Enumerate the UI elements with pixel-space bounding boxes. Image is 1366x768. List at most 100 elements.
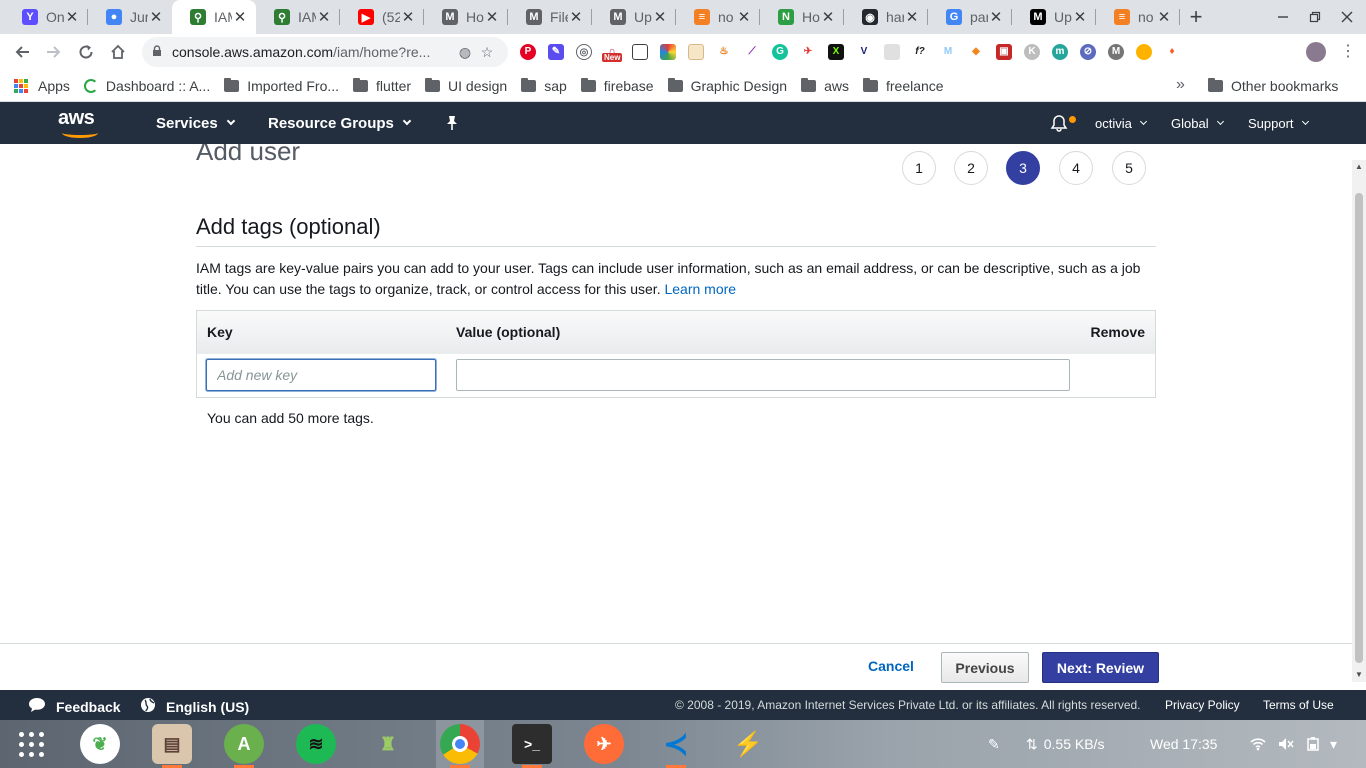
network-tool-icon[interactable]: ⚡ — [728, 724, 768, 764]
m-extension-icon[interactable]: M — [940, 44, 956, 60]
tab-13[interactable]: M Up ✕ — [1012, 0, 1096, 34]
chrome-icon[interactable] — [440, 724, 480, 764]
scroll-down-icon[interactable]: ▼ — [1352, 668, 1366, 682]
metamask-icon[interactable]: ◆ — [968, 44, 984, 60]
wifi-icon[interactable] — [1250, 720, 1266, 768]
excel-x-icon[interactable]: X — [828, 44, 844, 60]
screenshot-icon[interactable] — [632, 44, 648, 60]
close-tab-icon[interactable]: ✕ — [568, 8, 584, 26]
region-menu[interactable]: Global — [1171, 102, 1224, 144]
close-tab-icon[interactable]: ✕ — [400, 8, 416, 26]
next-review-button[interactable]: Next: Review — [1042, 652, 1159, 683]
m-grey-extension-icon[interactable]: M — [1108, 44, 1124, 60]
close-tab-icon[interactable]: ✕ — [1156, 8, 1172, 26]
close-window-icon[interactable] — [1330, 0, 1364, 34]
grammarly-icon[interactable]: G — [772, 44, 788, 60]
profile-avatar[interactable] — [1306, 42, 1326, 62]
close-tab-icon[interactable]: ✕ — [316, 8, 332, 26]
close-tab-icon[interactable]: ✕ — [232, 8, 248, 26]
tab-6[interactable]: M Ho ✕ — [424, 0, 508, 34]
bookmark-folder[interactable]: Graphic Design — [667, 77, 787, 94]
tab-5[interactable]: ▶ (52 ✕ — [340, 0, 424, 34]
close-tab-icon[interactable]: ✕ — [64, 8, 80, 26]
colorzilla-icon[interactable] — [660, 44, 676, 60]
bookmark-folder[interactable]: UI design — [425, 77, 507, 94]
tab-9[interactable]: ≡ no ✕ — [676, 0, 760, 34]
reload-icon[interactable] — [70, 36, 102, 68]
aws-logo[interactable]: aws — [58, 108, 104, 139]
bookmark-folder[interactable]: firebase — [580, 77, 654, 94]
bookmark-folder[interactable]: freelance — [863, 77, 944, 94]
dev-tools-icon[interactable]: ◎ — [576, 44, 592, 60]
system-menu-icon[interactable]: ▾ — [1330, 720, 1337, 768]
close-tab-icon[interactable]: ✕ — [148, 8, 164, 26]
file-manager-icon[interactable]: ▤ — [152, 724, 192, 764]
previous-button[interactable]: Previous — [941, 652, 1029, 683]
pen-icon[interactable]: ✎ — [988, 720, 1000, 768]
feedback-button[interactable]: Feedback — [28, 697, 121, 716]
k-extension-icon[interactable]: K — [1024, 44, 1040, 60]
tab-11[interactable]: ◉ har ✕ — [844, 0, 928, 34]
postman-icon[interactable]: ✈ — [584, 724, 624, 764]
services-menu[interactable]: Services — [156, 102, 235, 144]
tab-7[interactable]: M File✕ — [508, 0, 592, 34]
home-icon[interactable] — [102, 36, 134, 68]
notes-icon[interactable] — [688, 44, 704, 60]
star-icon[interactable]: ☆ — [476, 44, 498, 61]
menu-icon[interactable]: ⋮ — [1340, 44, 1356, 60]
page-scrollbar[interactable]: ▲ ▼ — [1352, 160, 1366, 682]
tab-10[interactable]: N Ho ✕ — [760, 0, 844, 34]
bookmark-folder[interactable]: aws — [801, 77, 849, 94]
spotify-icon[interactable]: ≋ — [296, 724, 336, 764]
tab-14[interactable]: ≡ no ✕ — [1096, 0, 1180, 34]
scroll-up-icon[interactable]: ▲ — [1352, 160, 1366, 174]
resource-groups-menu[interactable]: Resource Groups — [268, 102, 412, 144]
tag-value-input[interactable] — [456, 359, 1070, 391]
bookmarks-more-icon[interactable]: » — [1176, 76, 1185, 94]
scrollbar-thumb[interactable] — [1355, 193, 1363, 663]
bookmark-folder[interactable]: sap — [521, 77, 567, 94]
pill-extension-icon[interactable] — [1136, 44, 1152, 60]
tab-4[interactable]: ⚲ IAM✕ — [256, 0, 340, 34]
fire-extension-icon[interactable]: ♦ — [1164, 44, 1180, 60]
block-extension-icon[interactable]: ⊘ — [1080, 44, 1096, 60]
support-menu[interactable]: Support — [1248, 102, 1309, 144]
back-icon[interactable] — [6, 36, 38, 68]
tag-key-input[interactable] — [206, 359, 436, 391]
learn-more-link[interactable]: Learn more — [664, 281, 736, 297]
bookmark-apps[interactable]: Apps — [14, 78, 70, 94]
close-tab-icon[interactable]: ✕ — [736, 8, 752, 26]
other-bookmarks[interactable]: Other bookmarks — [1208, 70, 1338, 102]
red-extension-icon[interactable]: ▣ — [996, 44, 1012, 60]
restore-icon[interactable] — [1298, 0, 1332, 34]
app-grid-icon[interactable] — [19, 732, 45, 758]
cancel-button[interactable]: Cancel — [868, 658, 914, 674]
bell-icon[interactable] — [1050, 102, 1076, 144]
tab-2[interactable]: ● Jur ✕ — [88, 0, 172, 34]
bookmark-folder[interactable]: flutter — [353, 77, 411, 94]
wappalyzer-icon[interactable]: ✈ — [800, 44, 816, 60]
pin-icon[interactable] — [445, 102, 459, 144]
color-picker-icon[interactable]: ✎ — [548, 44, 564, 60]
vue-icon[interactable]: V — [856, 44, 872, 60]
feather-icon[interactable]: ⟋ — [744, 44, 760, 60]
cookie-icon[interactable]: ◍ — [454, 44, 476, 61]
tab-3[interactable]: ⚲ IAM✕ — [172, 0, 256, 34]
pinterest-icon[interactable]: P — [520, 44, 536, 60]
android-studio-icon[interactable]: A — [224, 724, 264, 764]
close-tab-icon[interactable]: ✕ — [484, 8, 500, 26]
clock[interactable]: Wed 17:35 — [1150, 720, 1217, 768]
robo3t-icon[interactable]: ♜ — [368, 724, 408, 764]
tab-12[interactable]: Gpar ✕ — [928, 0, 1012, 34]
bookmark-ring[interactable]: Dashboard :: A... — [83, 78, 210, 94]
tab-1[interactable]: Y On ✕ — [4, 0, 88, 34]
privacy-policy-link[interactable]: Privacy Policy — [1165, 698, 1240, 712]
tab-8[interactable]: M Up ✕ — [592, 0, 676, 34]
close-tab-icon[interactable]: ✕ — [820, 8, 836, 26]
forward-icon[interactable] — [38, 36, 70, 68]
blank-extension-icon[interactable] — [884, 44, 900, 60]
close-tab-icon[interactable]: ✕ — [652, 8, 668, 26]
mongodb-compass-icon[interactable]: ❦ — [80, 724, 120, 764]
extension-new-icon[interactable]: ∩ New — [602, 44, 623, 62]
terminal-icon[interactable]: >_ — [512, 724, 552, 764]
